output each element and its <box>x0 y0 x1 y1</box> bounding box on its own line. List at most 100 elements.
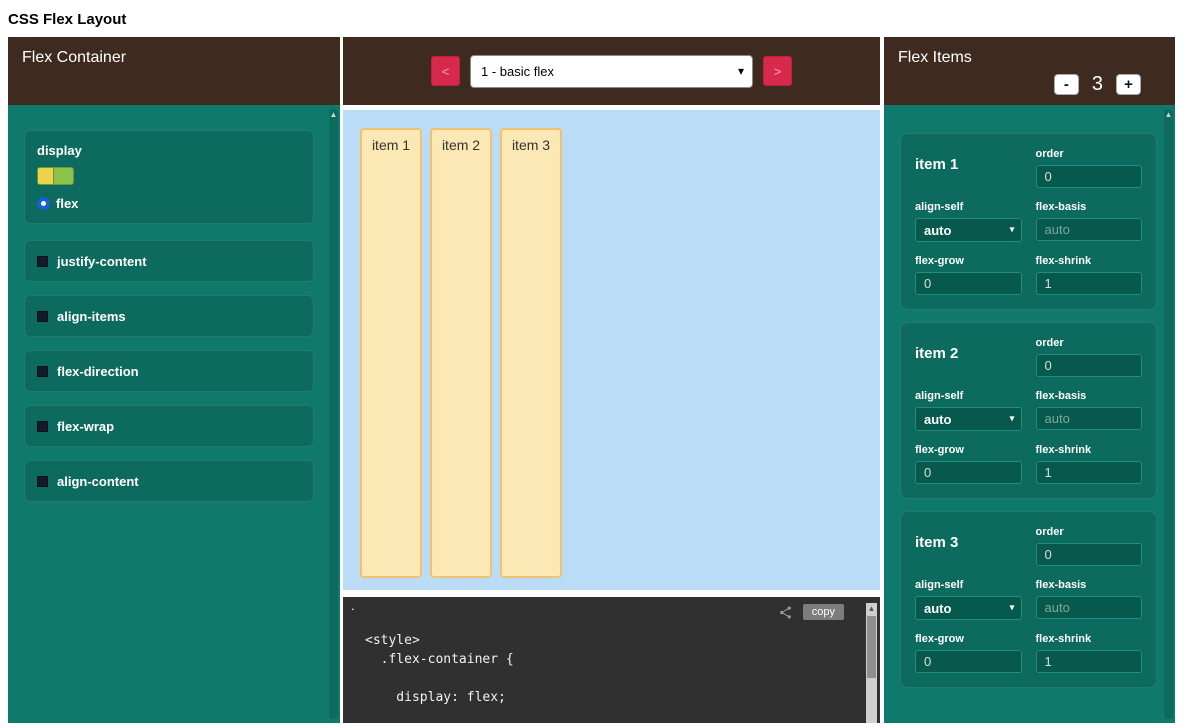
flex-basis-input[interactable] <box>1036 596 1143 619</box>
flex-radio-label: flex <box>56 196 78 211</box>
flex-basis-input[interactable] <box>1036 218 1143 241</box>
align-self-label: align-self <box>915 390 1022 402</box>
flex-radio[interactable] <box>37 197 50 210</box>
code-line <box>365 669 880 688</box>
flex-grow-label: flex-grow <box>915 255 1022 267</box>
code-panel: . copy <s <box>343 597 880 723</box>
flex-basis-label: flex-basis <box>1036 390 1143 402</box>
flex-grow-input[interactable] <box>915 650 1022 673</box>
flex-preview: item 1 item 2 item 3 <box>343 110 880 590</box>
flex-items-body: item 1 order align-self auto ▾ <box>884 105 1175 723</box>
preview-item-2: item 2 <box>430 128 492 578</box>
align-items-label: align-items <box>57 309 126 324</box>
flex-basis-input[interactable] <box>1036 407 1143 430</box>
flex-grow-input[interactable] <box>915 461 1022 484</box>
flex-shrink-input[interactable] <box>1036 650 1143 673</box>
scroll-up-icon[interactable]: ▲ <box>329 109 338 121</box>
code-line: <style> <box>365 631 880 650</box>
flex-basis-field: flex-basis <box>1036 390 1143 431</box>
order-input[interactable] <box>1036 354 1143 377</box>
order-field: order <box>1036 337 1143 377</box>
flex-shrink-label: flex-shrink <box>1036 444 1143 456</box>
page-title: CSS Flex Layout <box>0 0 1199 37</box>
prev-example-button[interactable]: < <box>431 56 460 86</box>
flex-shrink-label: flex-shrink <box>1036 633 1143 645</box>
flex-items-header: Flex Items - 3 + <box>884 37 1175 105</box>
option-align-items[interactable]: align-items <box>24 295 314 337</box>
item-name: item 1 <box>915 148 1022 188</box>
align-self-label: align-self <box>915 579 1022 591</box>
align-self-field: align-self auto ▾ <box>915 201 1022 242</box>
flex-shrink-field: flex-shrink <box>1036 444 1143 484</box>
option-align-content[interactable]: align-content <box>24 460 314 502</box>
flex-basis-label: flex-basis <box>1036 201 1143 213</box>
example-switcher: < 1 - basic flex ▾ > <box>343 37 880 105</box>
flex-direction-label: flex-direction <box>57 364 139 379</box>
display-toggle-knob <box>38 168 54 184</box>
option-flex-direction[interactable]: flex-direction <box>24 350 314 392</box>
order-field: order <box>1036 148 1143 188</box>
left-panel-scrollbar[interactable]: ▲ <box>329 109 338 719</box>
display-card: display flex <box>24 130 314 224</box>
flex-container-title: Flex Container <box>22 49 126 66</box>
order-label: order <box>1036 148 1143 160</box>
flex-basis-label: flex-basis <box>1036 579 1143 591</box>
scroll-up-icon[interactable]: ▲ <box>866 603 877 615</box>
code-toolbar: copy <box>343 597 880 620</box>
main-columns: Flex Container display flex justify-cont… <box>8 37 1199 723</box>
option-flex-wrap[interactable]: flex-wrap <box>24 405 314 447</box>
order-input[interactable] <box>1036 165 1143 188</box>
align-self-select[interactable]: auto <box>915 407 1022 431</box>
item-name: item 2 <box>915 337 1022 377</box>
align-self-select[interactable]: auto <box>915 596 1022 620</box>
align-self-select[interactable]: auto <box>915 218 1022 242</box>
preview-item-3: item 3 <box>500 128 562 578</box>
code-line: .flex-container { <box>365 650 880 669</box>
order-field: order <box>1036 526 1143 566</box>
flex-grow-field: flex-grow <box>915 444 1022 484</box>
flex-items-panel: Flex Items - 3 + item 1 order align-sel <box>884 37 1175 723</box>
item-card: item 3 order align-self auto ▾ <box>900 511 1157 688</box>
flex-grow-field: flex-grow <box>915 255 1022 295</box>
share-icon[interactable] <box>778 605 793 620</box>
flex-wrap-checkbox[interactable] <box>37 421 48 432</box>
code-bullet: . <box>351 598 355 613</box>
flex-grow-input[interactable] <box>915 272 1022 295</box>
add-item-button[interactable]: + <box>1116 74 1141 95</box>
justify-content-checkbox[interactable] <box>37 256 48 267</box>
flex-direction-checkbox[interactable] <box>37 366 48 377</box>
flex-shrink-input[interactable] <box>1036 461 1143 484</box>
copy-button[interactable]: copy <box>803 604 844 620</box>
align-self-field: align-self auto ▾ <box>915 579 1022 620</box>
order-input[interactable] <box>1036 543 1143 566</box>
next-example-button[interactable]: > <box>763 56 792 86</box>
flex-container-panel: Flex Container display flex justify-cont… <box>8 37 340 723</box>
align-content-checkbox[interactable] <box>37 476 48 487</box>
flex-grow-label: flex-grow <box>915 633 1022 645</box>
display-flex-option[interactable]: flex <box>37 196 301 211</box>
example-select[interactable]: 1 - basic flex <box>470 55 753 88</box>
right-panel-scrollbar[interactable]: ▲ <box>1164 109 1173 719</box>
flex-basis-field: flex-basis <box>1036 201 1143 242</box>
flex-shrink-input[interactable] <box>1036 272 1143 295</box>
flex-shrink-field: flex-shrink <box>1036 255 1143 295</box>
flex-items-title: Flex Items <box>898 49 972 66</box>
display-label: display <box>37 143 301 158</box>
flex-shrink-label: flex-shrink <box>1036 255 1143 267</box>
generated-css-code: <style> .flex-container { display: flex; <box>365 631 880 707</box>
align-items-checkbox[interactable] <box>37 311 48 322</box>
example-select-wrap: 1 - basic flex ▾ <box>470 55 753 88</box>
preview-column: < 1 - basic flex ▾ > item 1 item 2 item … <box>343 37 880 723</box>
flex-wrap-label: flex-wrap <box>57 419 114 434</box>
code-scrollbar-thumb[interactable] <box>867 616 876 678</box>
scroll-up-icon[interactable]: ▲ <box>1164 109 1173 121</box>
remove-item-button[interactable]: - <box>1054 74 1079 95</box>
code-scrollbar[interactable]: ▲ <box>866 603 877 723</box>
option-justify-content[interactable]: justify-content <box>24 240 314 282</box>
align-content-label: align-content <box>57 474 139 489</box>
display-toggle[interactable] <box>37 167 74 185</box>
item-name: item 3 <box>915 526 1022 566</box>
flex-basis-field: flex-basis <box>1036 579 1143 620</box>
item-card: item 1 order align-self auto ▾ <box>900 133 1157 310</box>
align-self-label: align-self <box>915 201 1022 213</box>
